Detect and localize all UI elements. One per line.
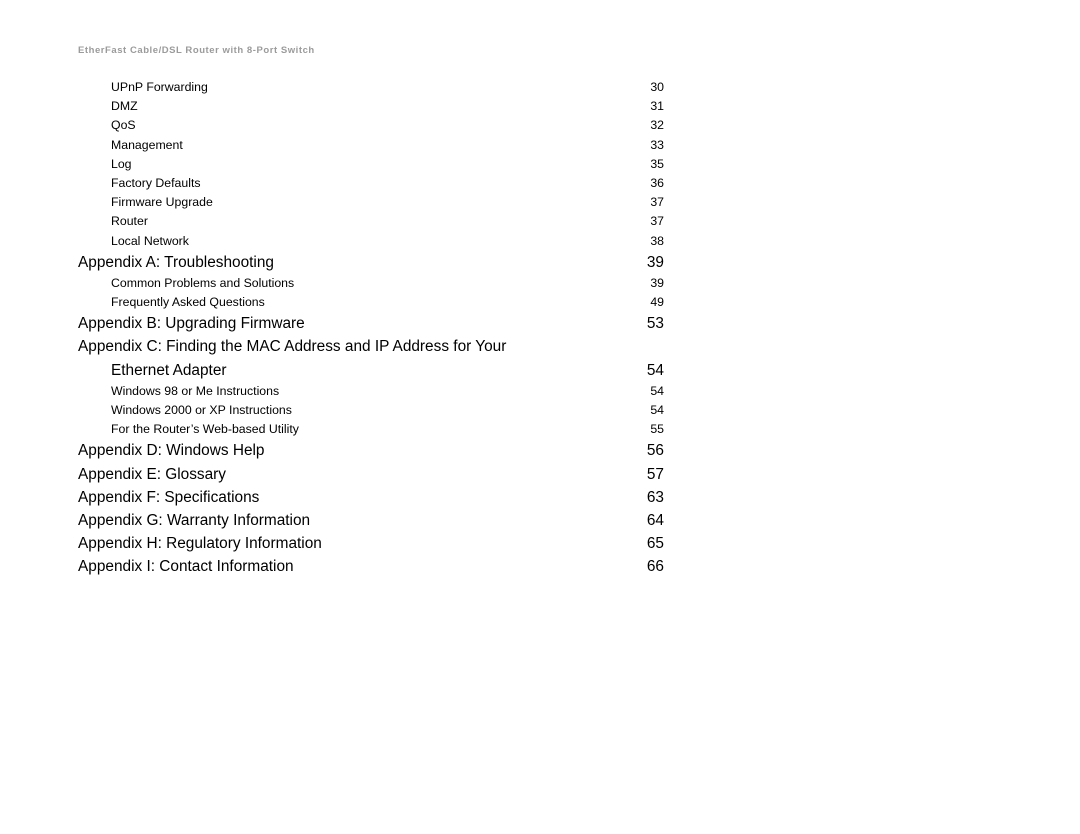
toc-entry[interactable]: Appendix D: Windows Help 56 (78, 439, 664, 462)
toc-entry-page-number: 32 (650, 118, 664, 133)
toc-entry-title: Ethernet Adapter (111, 361, 227, 379)
toc-entry-title: Appendix H: Regulatory Information (78, 535, 322, 553)
toc-entry-title: Management (111, 137, 183, 152)
toc-entry[interactable]: Appendix I: Contact Information 66 (78, 555, 664, 578)
toc-entry-title: Appendix E: Glossary (78, 465, 226, 483)
toc-entry-page-number: 53 (646, 315, 664, 333)
toc-entry-title: Windows 98 or Me Instructions (111, 383, 280, 398)
toc-entry-page-number: 54 (646, 361, 664, 379)
toc-entry-title: Appendix D: Windows Help (78, 442, 265, 460)
toc-entry-page-number: 55 (650, 422, 664, 437)
toc-entry[interactable]: Management 33 (78, 136, 664, 155)
toc-entry[interactable]: UPnP Forwarding 30 (78, 78, 664, 97)
toc-entry-page-number: 66 (646, 558, 664, 576)
toc-entry-title: Appendix A: Troubleshooting (78, 253, 274, 271)
toc-entry-title: Router (111, 214, 148, 229)
toc-entry-title: Frequently Asked Questions (111, 295, 265, 310)
toc-entry-page-number: 37 (650, 195, 664, 210)
toc-entry-title: QoS (111, 118, 136, 133)
toc-entry-page-number: 35 (650, 156, 664, 171)
toc-entry-title: Factory Defaults (111, 175, 201, 190)
toc-entry-title: Log (111, 156, 132, 171)
toc-entry-page-number: 30 (650, 80, 664, 94)
toc-entry[interactable]: Appendix F: Specifications 63 (78, 486, 664, 509)
toc-entry-page-number: 64 (646, 511, 664, 529)
toc-entry-title: Appendix G: Warranty Information (78, 511, 311, 529)
toc-entry[interactable]: Windows 2000 or XP Instructions 54 (78, 401, 664, 420)
toc-entry[interactable]: DMZ 31 (78, 97, 664, 116)
toc-entry-title: For the Router’s Web-based Utility (111, 422, 299, 437)
toc-entry-title: Appendix B: Upgrading Firmware (78, 315, 305, 333)
toc-entry-page-number: 31 (650, 99, 664, 114)
toc-entry[interactable]: Appendix B: Upgrading Firmware 53 (78, 312, 664, 335)
toc-entry-title: UPnP Forwarding (111, 80, 208, 94)
toc-entry[interactable]: Appendix E: Glossary 57 (78, 463, 664, 486)
toc-entry-page-number: 37 (650, 214, 664, 229)
toc-entry[interactable]: Frequently Asked Questions 49 (78, 293, 664, 312)
toc-entry-page-number: 57 (646, 465, 664, 483)
toc-entry-page-number: 39 (646, 253, 664, 271)
toc-entry[interactable]: Log 35 (78, 155, 664, 174)
toc-entry-page-number: 56 (646, 442, 664, 460)
toc-entry[interactable]: QoS 32 (78, 116, 664, 135)
toc-entry-title: Local Network (111, 233, 189, 248)
toc-entry-page-number: 63 (646, 488, 664, 506)
toc-entry-page-number: 38 (650, 233, 664, 248)
toc-entry[interactable]: Local Network 38 (78, 232, 664, 251)
toc-entry-page-number: 36 (650, 175, 664, 190)
toc-entry-title: Appendix I: Contact Information (78, 558, 294, 576)
toc-entry-title: Appendix C: Finding the MAC Address and … (78, 338, 507, 356)
toc-entry[interactable]: Common Problems and Solutions 39 (78, 274, 664, 293)
toc-entry[interactable]: Appendix A: Troubleshooting 39 (78, 251, 664, 274)
toc-entry[interactable]: Appendix G: Warranty Information 64 (78, 509, 664, 532)
toc-entry[interactable]: For the Router’s Web-based Utility 55 (78, 420, 664, 439)
toc-entry-title: Firmware Upgrade (111, 195, 213, 210)
toc-entry[interactable]: Appendix H: Regulatory Information 65 (78, 532, 664, 555)
toc-entry-title: Common Problems and Solutions (111, 275, 295, 290)
toc-entry-page-number: 39 (650, 275, 664, 290)
running-header: EtherFast Cable/DSL Router with 8-Port S… (78, 45, 315, 56)
toc-entry-page-number: 54 (650, 383, 664, 398)
toc-entry[interactable]: Factory Defaults 36 (78, 174, 664, 193)
toc-entry[interactable]: Ethernet Adapter 54 (78, 359, 664, 382)
toc-entry-page-number: 54 (650, 403, 664, 417)
table-of-contents: UPnP Forwarding 30 DMZ 31 QoS 32 Management 33 L… (78, 78, 664, 579)
toc-entry[interactable]: Windows 98 or Me Instructions 54 (78, 382, 664, 401)
toc-entry[interactable]: Router 37 (78, 212, 664, 231)
toc-entry-page-number: 65 (646, 535, 664, 553)
toc-entry-page-number: 33 (650, 137, 664, 152)
toc-entry-page-number: 49 (650, 295, 664, 310)
toc-entry-title: DMZ (111, 99, 138, 114)
toc-entry[interactable]: Appendix C: Finding the MAC Address and … (78, 335, 664, 358)
toc-entry-title: Appendix F: Specifications (78, 488, 260, 506)
toc-entry[interactable]: Firmware Upgrade 37 (78, 193, 664, 212)
toc-entry-title: Windows 2000 or XP Instructions (111, 403, 292, 417)
document-page: EtherFast Cable/DSL Router with 8-Port S… (0, 0, 1080, 834)
